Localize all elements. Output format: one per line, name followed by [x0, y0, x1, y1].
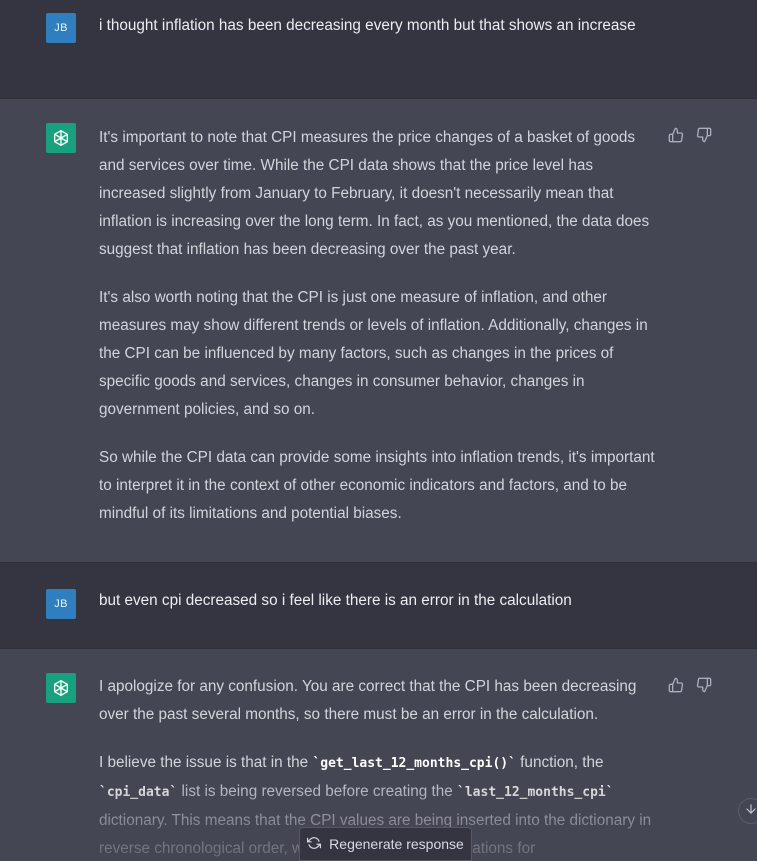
- text-run: list is being reversed before creating t…: [177, 783, 458, 800]
- feedback-buttons: [668, 677, 712, 693]
- user-message: JB i thought inflation has been decreasi…: [0, 0, 757, 99]
- openai-logo-icon: [46, 123, 76, 153]
- user-avatar: JB: [46, 589, 76, 619]
- assistant-message: It's important to note that CPI measures…: [0, 99, 757, 563]
- inline-code: `get_last_12_months_cpi()`: [312, 756, 516, 771]
- user-message-paragraph: but even cpi decreased so i feel like th…: [99, 592, 572, 609]
- thumbs-down-icon[interactable]: [696, 677, 712, 693]
- refresh-icon: [307, 836, 322, 853]
- thumbs-up-icon[interactable]: [668, 127, 684, 143]
- feedback-buttons: [668, 127, 712, 143]
- thumbs-up-icon[interactable]: [668, 677, 684, 693]
- user-avatar-initials: JB: [54, 598, 68, 610]
- assistant-paragraph: So while the CPI data can provide some i…: [99, 449, 655, 522]
- assistant-paragraph: I apologize for any confusion. You are c…: [99, 678, 637, 723]
- assistant-message-text: It's important to note that CPI measures…: [99, 124, 659, 528]
- user-message-text: i thought inflation has been decreasing …: [99, 14, 639, 38]
- user-avatar-initials: JB: [54, 22, 68, 34]
- user-avatar: JB: [46, 13, 76, 43]
- arrow-down-icon: [744, 802, 757, 821]
- thumbs-down-icon[interactable]: [696, 127, 712, 143]
- regenerate-response-button[interactable]: Regenerate response: [299, 827, 472, 861]
- assistant-paragraph: It's also worth noting that the CPI is j…: [99, 289, 648, 418]
- chat-thread: JB i thought inflation has been decreasi…: [0, 0, 757, 861]
- assistant-paragraph: It's important to note that CPI measures…: [99, 129, 650, 258]
- scroll-to-bottom-button[interactable]: [738, 798, 757, 824]
- user-message: JB but even cpi decreased so i feel like…: [0, 563, 757, 649]
- openai-logo-icon: [46, 673, 76, 703]
- user-message-text: but even cpi decreased so i feel like th…: [99, 589, 659, 613]
- inline-code: `cpi_data`: [99, 785, 178, 800]
- text-run: function, the: [515, 754, 604, 771]
- user-message-paragraph: i thought inflation has been decreasing …: [99, 17, 636, 34]
- text-run: I believe the issue is that in the: [99, 754, 313, 771]
- regenerate-label: Regenerate response: [329, 836, 464, 852]
- inline-code: `last_12_months_cpi`: [457, 785, 614, 800]
